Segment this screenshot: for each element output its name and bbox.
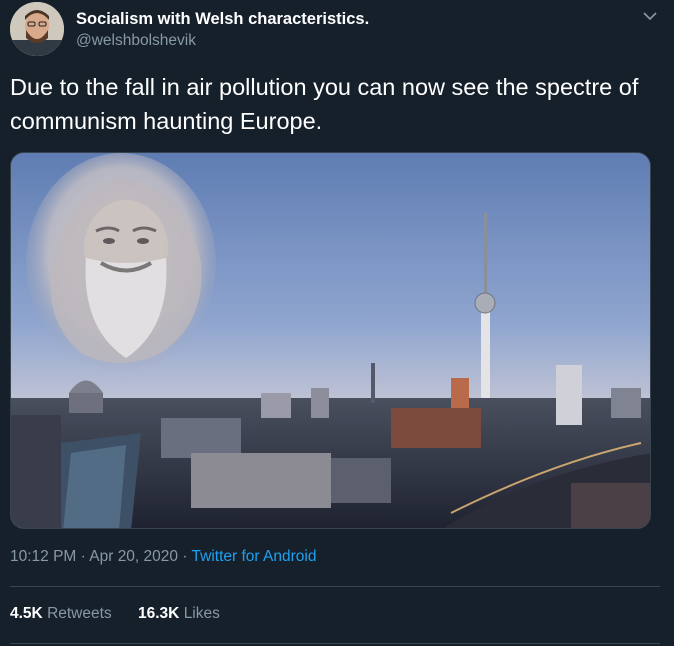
tweet-header: Socialism with Welsh characteristics. @w… xyxy=(10,2,664,58)
tweet: Socialism with Welsh characteristics. @w… xyxy=(0,0,674,646)
likes-count: 16.3K xyxy=(138,605,180,622)
retweets-stat[interactable]: 4.5K Retweets xyxy=(10,605,112,623)
chevron-down-icon[interactable] xyxy=(640,6,660,26)
divider xyxy=(10,586,660,587)
divider xyxy=(10,643,660,644)
tweet-meta: 10:12 PM · Apr 20, 2020 · Twitter for An… xyxy=(10,548,316,566)
timestamp[interactable]: 10:12 PM · Apr 20, 2020 · xyxy=(10,548,192,565)
retweets-label: Retweets xyxy=(47,605,112,622)
tweet-image[interactable] xyxy=(10,152,651,529)
likes-label: Likes xyxy=(183,605,220,622)
tweet-stats: 4.5K Retweets 16.3K Likes xyxy=(10,605,242,623)
author-handle[interactable]: @welshbolshevik xyxy=(76,32,196,50)
portrait-figure xyxy=(26,153,216,373)
likes-stat[interactable]: 16.3K Likes xyxy=(138,605,220,623)
author-name[interactable]: Socialism with Welsh characteristics. xyxy=(76,10,369,29)
avatar[interactable] xyxy=(10,2,64,56)
retweets-count: 4.5K xyxy=(10,605,43,622)
tweet-source[interactable]: Twitter for Android xyxy=(192,548,317,565)
tweet-text: Due to the fall in air pollution you can… xyxy=(10,74,639,134)
